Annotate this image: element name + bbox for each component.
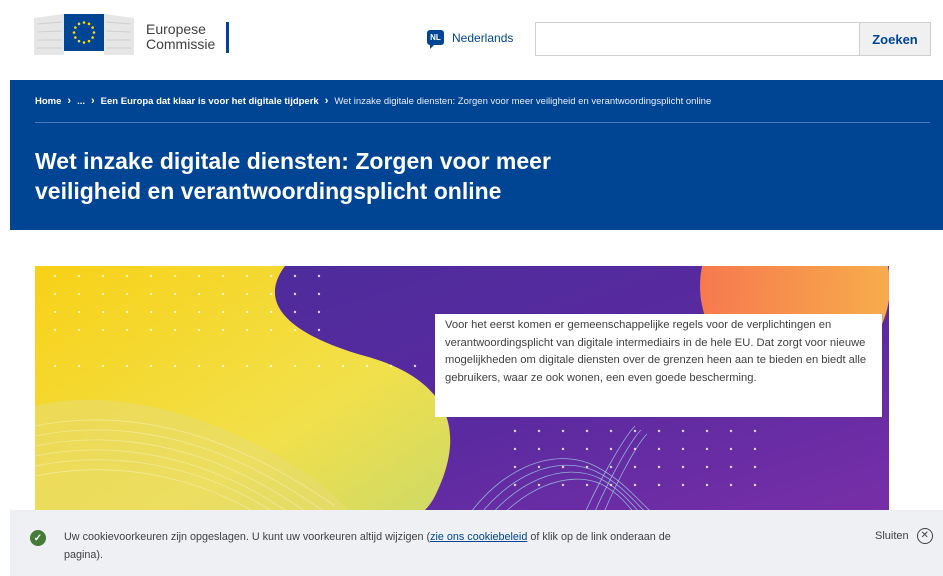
page-header: Home › ... › Een Europa dat klaar is voo…	[10, 80, 943, 230]
site-header: Europese Commissie NL Nederlands Zoeken	[0, 0, 943, 80]
eu-flag-icon	[34, 14, 134, 55]
logo-wordmark: Europese Commissie	[146, 22, 215, 52]
check-circle-icon: ✓	[30, 530, 46, 546]
breadcrumb-current: Wet inzake digitale diensten: Zorgen voo…	[334, 95, 712, 107]
breadcrumb: Home › ... › Een Europa dat klaar is voo…	[35, 95, 711, 107]
breadcrumb-home[interactable]: Home	[35, 96, 61, 107]
speech-bubble-icon: NL	[427, 30, 444, 49]
chevron-right-icon: ›	[324, 95, 329, 107]
close-circle-icon: ✕	[916, 528, 933, 544]
hero-intro-text: Voor het eerst komen er gemeenschappelij…	[435, 314, 882, 417]
logo-divider	[226, 22, 229, 53]
logo-line-2: Commissie	[146, 36, 216, 52]
language-label: Nederlands	[452, 30, 514, 45]
search-input[interactable]	[536, 23, 859, 55]
chevron-right-icon: ›	[91, 95, 95, 107]
cookie-policy-link[interactable]: zie ons cookiebeleid	[430, 531, 527, 543]
divider	[35, 122, 930, 123]
cookie-message: Uw cookievoorkeuren zijn opgeslagen. U k…	[64, 528, 684, 564]
cookie-text-before: Uw cookievoorkeuren zijn opgeslagen. U k…	[64, 531, 431, 543]
hero-banner: Voor het eerst komen er gemeenschappelij…	[35, 266, 889, 536]
cookie-close-button[interactable]: Sluiten ✕	[875, 528, 933, 544]
language-switcher[interactable]: NL Nederlands	[427, 30, 514, 49]
breadcrumb-digital-age[interactable]: Een Europa dat klaar is voor het digital…	[101, 96, 319, 107]
search-button[interactable]: Zoeken	[859, 23, 930, 55]
cookie-close-label: Sluiten	[875, 530, 909, 542]
page-title: Wet inzake digitale diensten: Zorgen voo…	[35, 148, 551, 204]
ec-logo[interactable]: Europese Commissie	[34, 10, 244, 55]
cookie-banner: ✓ Uw cookievoorkeuren zijn opgeslagen. U…	[10, 510, 943, 576]
search-form: Zoeken	[535, 22, 931, 56]
chevron-right-icon: ›	[67, 95, 72, 107]
breadcrumb-ellipsis[interactable]: ...	[77, 96, 85, 107]
logo-line-1: Europese	[146, 21, 206, 37]
